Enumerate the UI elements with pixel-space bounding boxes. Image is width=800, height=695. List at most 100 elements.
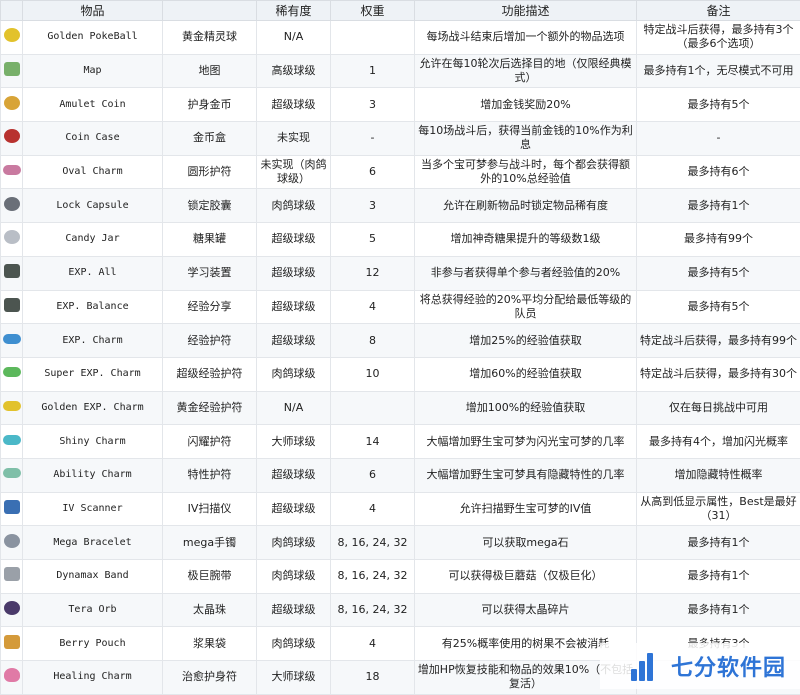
watermark-logo-icon	[631, 651, 663, 681]
tera-orb-icon	[4, 601, 20, 615]
item-name-en: Berry Pouch	[23, 627, 163, 661]
item-description: 允许在每10轮次后选择目的地（仅限经典模式）	[415, 54, 637, 88]
item-name-cn: 学习装置	[163, 256, 257, 290]
item-name-cn: 黄金经验护符	[163, 391, 257, 425]
item-description: 允许扫描野生宝可梦的IV值	[415, 492, 637, 526]
item-name-cn: 经验护符	[163, 324, 257, 358]
item-weight: 8, 16, 24, 32	[331, 560, 415, 594]
item-weight	[331, 391, 415, 425]
item-rarity: 超级球级	[257, 593, 331, 627]
item-description: 可以获得太晶碎片	[415, 593, 637, 627]
item-name-cn: 锁定胶囊	[163, 189, 257, 223]
item-note: 最多持有5个	[637, 256, 800, 290]
berry-pouch-icon	[4, 635, 20, 649]
table-row: Candy Jar糖果罐超级球级5增加神奇糖果提升的等级数1级最多持有99个	[1, 223, 800, 257]
item-description: 增加25%的经验值获取	[415, 324, 637, 358]
icon-cell	[1, 21, 23, 55]
item-note: 最多持有1个	[637, 593, 800, 627]
item-name-en: Golden EXP. Charm	[23, 391, 163, 425]
item-rarity: 未实现	[257, 122, 331, 156]
item-description: 增加100%的经验值获取	[415, 391, 637, 425]
item-note: 最多持有5个	[637, 88, 800, 122]
item-name-cn: 地图	[163, 54, 257, 88]
item-name-en: Lock Capsule	[23, 189, 163, 223]
item-description: 增加金钱奖励20%	[415, 88, 637, 122]
item-name-en: Shiny Charm	[23, 425, 163, 459]
item-description: 将总获得经验的20%平均分配给最低等级的队员	[415, 290, 637, 324]
healing-charm-icon	[4, 668, 20, 682]
item-name-cn: 糖果罐	[163, 223, 257, 257]
item-note: 最多持有1个	[637, 560, 800, 594]
table-row: Mega Braceletmega手镯肉鸽球级8, 16, 24, 32可以获取…	[1, 526, 800, 560]
icon-cell	[1, 560, 23, 594]
item-note: 特定战斗后获得，最多持有30个	[637, 357, 800, 391]
item-weight: 6	[331, 155, 415, 189]
icon-cell	[1, 627, 23, 661]
watermark: 七分软件园	[600, 643, 800, 689]
item-name-en: Golden PokeBall	[23, 21, 163, 55]
item-note: 最多持有1个	[637, 526, 800, 560]
item-weight: -	[331, 122, 415, 156]
table-row: Shiny Charm闪耀护符大师球级14大幅增加野生宝可梦为闪光宝可梦的几率最…	[1, 425, 800, 459]
item-name-en: EXP. Balance	[23, 290, 163, 324]
table-row: Map地图高级球级1允许在每10轮次后选择目的地（仅限经典模式）最多持有1个，无…	[1, 54, 800, 88]
icon-cell	[1, 458, 23, 492]
item-rarity: 肉鸽球级	[257, 526, 331, 560]
table-row: EXP. All学习装置超级球级12非参与者获得单个参与者经验值的20%最多持有…	[1, 256, 800, 290]
dynamax-band-icon	[4, 567, 20, 581]
icon-cell	[1, 223, 23, 257]
item-rarity: 超级球级	[257, 88, 331, 122]
item-name-cn: 超级经验护符	[163, 357, 257, 391]
icon-cell	[1, 357, 23, 391]
item-weight: 3	[331, 88, 415, 122]
table-row: Golden PokeBall黄金精灵球N/A每场战斗结束后增加一个额外的物品选…	[1, 21, 800, 55]
lock-capsule-icon	[4, 197, 20, 211]
item-note: 最多持有4个，增加闪光概率	[637, 425, 800, 459]
item-rarity: 超级球级	[257, 324, 331, 358]
table-row: Dynamax Band极巨腕带肉鸽球级8, 16, 24, 32可以获得极巨蘑…	[1, 560, 800, 594]
item-name-cn: 护身金币	[163, 88, 257, 122]
item-weight: 4	[331, 290, 415, 324]
table-row: IV ScannerIV扫描仪超级球级4允许扫描野生宝可梦的IV值从高到低显示属…	[1, 492, 800, 526]
icon-cell	[1, 155, 23, 189]
item-name-en: Coin Case	[23, 122, 163, 156]
item-description: 增加60%的经验值获取	[415, 357, 637, 391]
item-note: 最多持有6个	[637, 155, 800, 189]
item-description: 每10场战斗后，获得当前金钱的10%作为利息	[415, 122, 637, 156]
item-name-en: Mega Bracelet	[23, 526, 163, 560]
item-name-en: Candy Jar	[23, 223, 163, 257]
super-exp-charm-icon	[3, 367, 21, 377]
item-table: 物品 稀有度 权重 功能描述 备注 Golden PokeBall黄金精灵球N/…	[0, 0, 800, 695]
icon-cell	[1, 122, 23, 156]
item-note: 仅在每日挑战中可用	[637, 391, 800, 425]
header-item-cn	[163, 1, 257, 21]
item-weight: 14	[331, 425, 415, 459]
item-rarity: 大师球级	[257, 425, 331, 459]
mega-bracelet-icon	[4, 534, 20, 548]
table-row: Oval Charm圆形护符未实现（肉鸽球级）6当多个宝可梦参与战斗时，每个都会…	[1, 155, 800, 189]
header-item: 物品	[23, 1, 163, 21]
item-weight	[331, 21, 415, 55]
item-rarity: 超级球级	[257, 256, 331, 290]
item-rarity: N/A	[257, 391, 331, 425]
header-description: 功能描述	[415, 1, 637, 21]
shiny-charm-icon	[3, 435, 21, 445]
header-weight: 权重	[331, 1, 415, 21]
item-note: 最多持有1个	[637, 189, 800, 223]
icon-cell	[1, 256, 23, 290]
table-row: Super EXP. Charm超级经验护符肉鸽球级10增加60%的经验值获取特…	[1, 357, 800, 391]
item-note: 最多持有99个	[637, 223, 800, 257]
item-name-en: Super EXP. Charm	[23, 357, 163, 391]
item-note: 最多持有5个	[637, 290, 800, 324]
table-row: Tera Orb太晶珠超级球级8, 16, 24, 32可以获得太晶碎片最多持有…	[1, 593, 800, 627]
table-row: Ability Charm特性护符超级球级6大幅增加野生宝可梦具有隐藏特性的几率…	[1, 458, 800, 492]
icon-cell	[1, 290, 23, 324]
item-name-cn: 特性护符	[163, 458, 257, 492]
item-name-cn: 治愈护身符	[163, 661, 257, 695]
table-row: Golden EXP. Charm黄金经验护符N/A 增加100%的经验值获取仅在…	[1, 391, 800, 425]
table-row: EXP. Charm经验护符超级球级8增加25%的经验值获取特定战斗后获得，最多…	[1, 324, 800, 358]
item-description: 非参与者获得单个参与者经验值的20%	[415, 256, 637, 290]
header-icon	[1, 1, 23, 21]
item-note: -	[637, 122, 800, 156]
item-name-cn: 极巨腕带	[163, 560, 257, 594]
